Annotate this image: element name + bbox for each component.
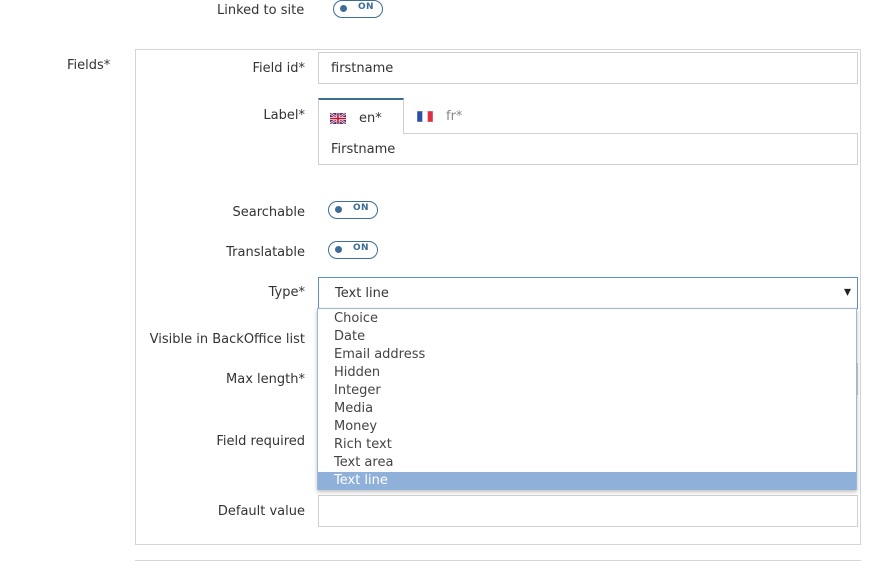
type-option-rich-text[interactable]: Rich text [334,437,392,452]
linked-to-site-label: Linked to site [217,3,305,18]
default-value-label: Default value [217,504,305,519]
toggle-state: ON [353,243,369,253]
field-id-value: firstname [331,61,394,76]
france-flag-icon [417,111,433,122]
label-value: Firstname [331,142,396,157]
translatable-label: Translatable [226,245,305,260]
toggle-knob [335,206,342,213]
field-required-label: Field required [216,434,305,449]
type-option-text-area[interactable]: Text area [334,455,393,470]
toggle-state: ON [358,2,374,12]
tab-en-label: en* [359,111,382,126]
type-option-integer[interactable]: Integer [334,383,381,398]
type-option-choice[interactable]: Choice [334,311,378,326]
searchable-label: Searchable [232,205,306,220]
max-length-label: Max length* [226,372,305,387]
type-selected-value: Text line [335,286,389,301]
type-dropdown-list: Choice Date Email address Hidden Integer… [317,308,857,490]
chevron-down-icon: ▾ [843,284,851,300]
type-option-money[interactable]: Money [334,419,377,434]
type-option-hidden[interactable]: Hidden [334,365,380,380]
default-value-input[interactable] [318,495,858,527]
type-option-text-line[interactable]: Text line [334,473,388,488]
type-select[interactable]: Text line ▾ [318,277,858,309]
label-input[interactable]: Firstname [318,133,858,165]
searchable-toggle[interactable]: ON [328,201,378,219]
toggle-knob [340,5,347,12]
label-label: Label* [263,108,305,123]
field-id-input[interactable]: firstname [318,52,858,84]
type-option-highlight [318,472,856,490]
translatable-toggle[interactable]: ON [328,241,378,259]
tab-fr[interactable]: fr* [404,98,484,134]
uk-flag-icon [330,113,346,124]
type-option-email-address[interactable]: Email address [334,347,425,362]
toggle-state: ON [353,203,369,213]
toggle-knob [335,246,342,253]
tab-en[interactable]: en* [318,98,404,134]
type-option-date[interactable]: Date [334,329,365,344]
type-label: Type* [268,285,305,300]
field-id-label: Field id* [252,61,305,76]
tab-fr-label: fr* [446,109,463,124]
visible-in-backoffice-label: Visible in BackOffice list [149,332,305,347]
type-option-media[interactable]: Media [334,401,373,416]
fields-label: Fields* [67,58,111,73]
linked-to-site-toggle[interactable]: ON [333,0,383,18]
